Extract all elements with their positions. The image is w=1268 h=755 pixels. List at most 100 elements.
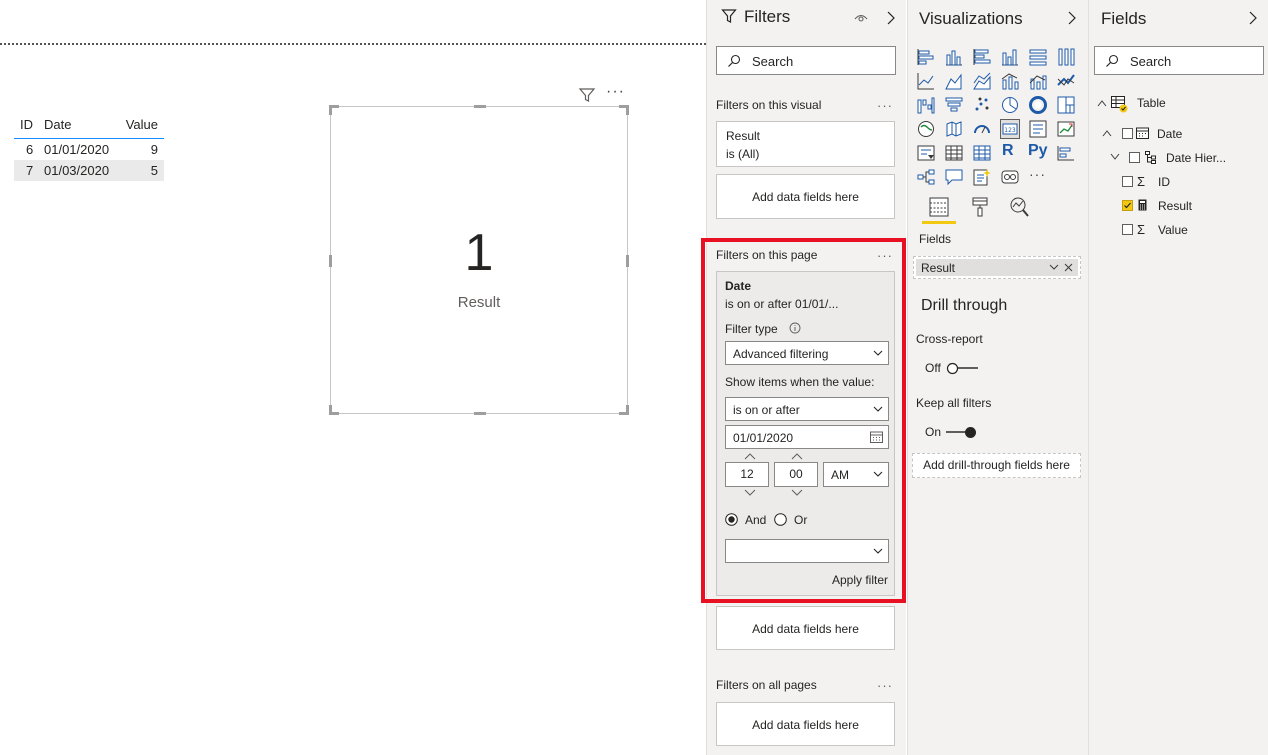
format-tab-icon[interactable] [970, 196, 990, 218]
treemap-icon[interactable] [1056, 95, 1076, 115]
keep-all-filters-state: On [925, 425, 942, 439]
table-icon[interactable] [944, 143, 964, 163]
id-field-checkbox[interactable] [1122, 176, 1133, 187]
collapse-fields-icon[interactable] [1248, 11, 1258, 25]
clustered-bar-chart-icon[interactable] [972, 47, 992, 67]
more-options-icon[interactable]: ··· [877, 678, 893, 693]
stacked-area-chart-icon[interactable] [972, 71, 992, 91]
100-column-chart-icon[interactable] [1056, 47, 1076, 67]
field-name-id[interactable]: ID [1158, 175, 1170, 189]
scatter-chart-icon[interactable] [972, 95, 992, 115]
field-well-pill[interactable]: Result [916, 259, 1078, 276]
table-header-date[interactable]: Date [44, 117, 71, 132]
field-well[interactable]: Result [913, 256, 1081, 279]
line-clustered-column-icon[interactable] [1028, 71, 1048, 91]
resize-handle[interactable] [329, 105, 332, 115]
value-field-checkbox[interactable] [1122, 224, 1133, 235]
fields-search-placeholder: Search [1130, 54, 1172, 69]
card-visual-icon[interactable]: 123 [1000, 119, 1020, 139]
table-row[interactable]: 6 01/01/2020 9 [14, 139, 164, 160]
clustered-column-chart-icon[interactable] [1000, 47, 1020, 67]
table-visual[interactable]: ID Date Value 6 01/01/2020 9 7 01/03/202… [14, 114, 164, 181]
visual-filter-state: is (All) [726, 147, 760, 161]
svg-text:123: 123 [1004, 127, 1016, 134]
chevron-down-icon[interactable] [1110, 153, 1120, 161]
field-name-date[interactable]: Date [1157, 127, 1182, 141]
donut-chart-icon[interactable] [1028, 95, 1048, 115]
add-visual-filter-fields-dropzone[interactable]: Add data fields here [716, 174, 895, 219]
collapse-filters-icon[interactable] [886, 11, 896, 25]
decomposition-tree-icon[interactable] [916, 167, 936, 187]
resize-handle[interactable] [329, 405, 332, 415]
waterfall-chart-icon[interactable] [916, 95, 936, 115]
visual-filter-card[interactable]: Result is (All) [716, 121, 895, 167]
resize-handle[interactable] [626, 105, 629, 115]
python-visual-icon[interactable]: Py [1028, 142, 1048, 160]
line-column-chart-icon[interactable] [1000, 71, 1020, 91]
visual-filter-icon[interactable] [578, 86, 596, 104]
resize-handle[interactable] [474, 412, 486, 415]
funnel-chart-icon[interactable] [944, 95, 964, 115]
gauge-icon[interactable] [972, 119, 992, 139]
smart-narrative-icon[interactable] [972, 167, 992, 187]
paginated-report-icon[interactable] [1000, 167, 1020, 187]
filters-search-input[interactable]: Search [716, 46, 896, 75]
field-name-date-hierarchy[interactable]: Date Hier... [1166, 151, 1226, 165]
report-canvas[interactable]: ID Date Value 6 01/01/2020 9 7 01/03/202… [0, 0, 706, 755]
collapse-visualizations-icon[interactable] [1067, 11, 1077, 25]
qa-visual-icon[interactable] [944, 167, 964, 187]
cross-report-toggle[interactable] [946, 361, 978, 375]
line-chart-icon[interactable] [916, 71, 936, 91]
key-influencers-icon[interactable] [1056, 143, 1076, 163]
fields-tab-icon[interactable] [928, 196, 950, 218]
pie-chart-icon[interactable] [1000, 95, 1020, 115]
date-hierarchy-checkbox[interactable] [1129, 152, 1140, 163]
eye-icon[interactable] [853, 11, 869, 23]
result-field-checkbox[interactable] [1122, 200, 1133, 211]
r-visual-icon[interactable]: R [1002, 142, 1014, 160]
table-name[interactable]: Table [1137, 96, 1166, 110]
slicer-icon[interactable] [916, 143, 936, 163]
chevron-up-icon[interactable] [1102, 129, 1112, 137]
add-all-pages-filter-fields-dropzone[interactable]: Add data fields here [716, 702, 895, 746]
toggle-knob [965, 427, 976, 438]
sigma-icon: Σ [1137, 174, 1146, 189]
field-well-value: Result [921, 261, 956, 275]
keep-all-filters-toggle[interactable] [946, 425, 978, 439]
matrix-icon[interactable] [972, 143, 992, 163]
area-chart-icon[interactable] [944, 71, 964, 91]
chevron-down-icon[interactable] [1049, 263, 1059, 272]
resize-handle[interactable] [626, 405, 629, 415]
stacked-bar-chart-icon[interactable] [916, 47, 936, 67]
field-name-result[interactable]: Result [1158, 199, 1192, 213]
remove-field-icon[interactable] [1064, 263, 1073, 272]
multi-row-card-icon[interactable] [1028, 119, 1048, 139]
filled-map-icon[interactable] [944, 119, 964, 139]
calendar-icon [1136, 127, 1149, 139]
date-field-checkbox[interactable] [1122, 128, 1133, 139]
add-drill-through-fields-dropzone[interactable]: Add drill-through fields here [912, 453, 1081, 478]
analytics-tab-icon[interactable] [1008, 196, 1030, 218]
stacked-column-chart-icon[interactable] [944, 47, 964, 67]
kpi-icon[interactable] [1056, 119, 1076, 139]
field-name-value[interactable]: Value [1158, 223, 1188, 237]
visual-filter-name: Result [726, 129, 761, 143]
resize-handle[interactable] [474, 105, 486, 108]
table-header-value[interactable]: Value [126, 117, 158, 132]
more-options-icon[interactable]: ··· [606, 83, 625, 101]
add-page-filter-fields-dropzone[interactable]: Add data fields here [716, 606, 895, 650]
card-visual[interactable]: 1 Result [329, 105, 629, 415]
chevron-up-icon[interactable] [1097, 99, 1107, 107]
more-options-icon[interactable]: ··· [877, 98, 893, 113]
cross-report-label: Cross-report [916, 332, 983, 346]
100-bar-chart-icon[interactable] [1028, 47, 1048, 67]
map-icon[interactable] [916, 119, 936, 139]
fields-search-input[interactable]: Search [1094, 46, 1264, 75]
table-header-id[interactable]: ID [20, 117, 33, 132]
ribbon-chart-icon[interactable] [1056, 71, 1076, 91]
page-boundary-line [0, 43, 706, 45]
active-tab-indicator [922, 221, 956, 224]
table-cell-id: 7 [26, 163, 34, 178]
table-row[interactable]: 7 01/03/2020 5 [14, 160, 164, 181]
more-visuals-icon[interactable]: ··· [1029, 166, 1046, 182]
